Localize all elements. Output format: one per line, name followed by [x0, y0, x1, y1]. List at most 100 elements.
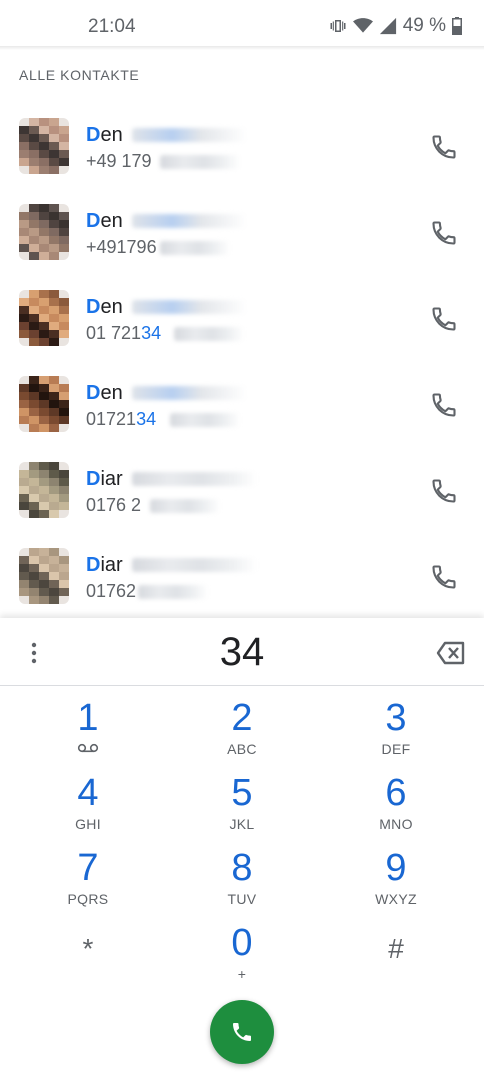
backspace-icon: [436, 641, 465, 665]
contact-name-match: D: [86, 382, 101, 404]
redacted-number: [174, 327, 244, 341]
dialpad-key-letters: DEF: [381, 741, 411, 757]
redacted-name: [132, 214, 247, 228]
status-time: 21:04: [88, 16, 136, 37]
contact-row[interactable]: Den 01 72134: [0, 276, 484, 362]
redacted-number: [160, 241, 230, 255]
redacted-number: [138, 585, 208, 599]
dialpad-key-7[interactable]: 7 PQRS: [28, 846, 148, 920]
dialpad-key-1[interactable]: 1: [28, 696, 148, 770]
dialpad-key-digit: 8: [231, 847, 253, 889]
redacted-number: [170, 413, 240, 427]
dialpad-key-letters: GHI: [75, 816, 101, 832]
dialpad-key-letters: PQRS: [67, 891, 109, 907]
redacted-number: [160, 155, 240, 169]
contact-number-prefix: 01762: [86, 581, 137, 601]
dialpad-key-letters: MNO: [379, 816, 413, 832]
dialpad-key-letters: WXYZ: [375, 891, 417, 907]
contact-number: 0172134: [86, 409, 156, 430]
redacted-number: [150, 499, 220, 513]
backspace-button[interactable]: [436, 640, 466, 666]
dialpad-key-star[interactable]: *: [28, 921, 148, 995]
contact-name: Den: [86, 382, 123, 405]
wifi-icon: [352, 17, 373, 35]
dialpad-key-5[interactable]: 5 JKL: [182, 771, 302, 845]
dialpad-key-digit: 0: [231, 922, 253, 964]
phone-icon: [432, 479, 456, 503]
dialpad-key-letters: TUV: [227, 891, 257, 907]
redacted-name: [132, 386, 247, 400]
contact-call-button[interactable]: [430, 391, 458, 419]
contact-number: +491796: [86, 237, 157, 258]
dialpad-key-4[interactable]: 4 GHI: [28, 771, 148, 845]
contact-name-rest: en: [100, 382, 123, 404]
contact-number-prefix: +49 179: [86, 151, 152, 171]
contact-row[interactable]: Diar 0176 2: [0, 448, 484, 534]
dialpad-key-2[interactable]: 2 ABC: [182, 696, 302, 770]
phone-icon: [233, 1023, 251, 1041]
contact-name-rest: en: [100, 124, 123, 146]
contact-call-button[interactable]: [430, 563, 458, 591]
call-button[interactable]: [210, 1000, 274, 1064]
contact-row[interactable]: Den 0172134: [0, 362, 484, 448]
contact-name-rest: en: [100, 210, 123, 232]
battery-icon: [452, 17, 462, 35]
contact-number: +49 179: [86, 151, 152, 172]
dialpad-key-0[interactable]: 0 +: [182, 921, 302, 995]
contact-row[interactable]: Den +491796: [0, 190, 484, 276]
contact-name: Den: [86, 210, 123, 233]
dialpad-key-digit: 5: [231, 772, 253, 814]
contact-number-match: 34: [136, 409, 157, 429]
digits-row: 34: [0, 618, 484, 686]
dialpad-key-8[interactable]: 8 TUV: [182, 846, 302, 920]
contact-row[interactable]: Den +49 179: [0, 104, 484, 190]
phone-icon: [432, 307, 456, 331]
dialpad-key-6[interactable]: 6 MNO: [336, 771, 456, 845]
contact-name: Den: [86, 124, 123, 147]
dialpad-key-digit: #: [388, 933, 404, 964]
dialpad-key-letters: +: [237, 966, 247, 982]
phone-icon: [432, 135, 456, 159]
dialpad-key-digit: 2: [231, 697, 253, 739]
contact-number: 01 72134: [86, 323, 161, 344]
redacted-name: [132, 300, 247, 314]
contact-avatar: [19, 290, 69, 346]
voicemail-icon: [28, 740, 148, 758]
contact-number-prefix: 0176 2: [86, 495, 142, 515]
contact-name: Den: [86, 296, 123, 319]
dialpad-key-digit: 3: [385, 697, 407, 739]
contact-list: Den +49 179 Den +491796 Den 01 72134 Den 01721…: [0, 104, 484, 620]
redacted-name: [132, 558, 257, 572]
contact-call-button[interactable]: [430, 219, 458, 247]
contact-call-button[interactable]: [430, 305, 458, 333]
contact-call-button[interactable]: [430, 477, 458, 505]
contact-name-match: D: [86, 210, 101, 232]
dialpad-key-letters: ABC: [227, 741, 257, 757]
contact-name-rest: iar: [100, 468, 123, 490]
dialpad-key-9[interactable]: 9 WXYZ: [336, 846, 456, 920]
dialpad-key-digit: 6: [385, 772, 407, 814]
contact-avatar: [19, 462, 69, 518]
dialpad-key-digit: *: [82, 933, 94, 964]
contact-call-button[interactable]: [430, 133, 458, 161]
battery-text: 49 %: [402, 15, 446, 36]
status-icons: 49 %: [329, 15, 462, 37]
contact-number: 0176 2: [86, 495, 141, 516]
contact-avatar: [19, 204, 69, 260]
signal-icon: [379, 17, 397, 35]
digits-field[interactable]: 34: [0, 630, 484, 675]
contact-row[interactable]: Diar 01762: [0, 534, 484, 620]
contact-avatar: [19, 118, 69, 174]
dialpad-key-3[interactable]: 3 DEF: [336, 696, 456, 770]
status-bar: 21:04 49 %: [0, 0, 484, 48]
dialpad-key-digit: 4: [77, 772, 99, 814]
contact-name-rest: iar: [100, 554, 123, 576]
dialpad-key-digit: 9: [385, 847, 407, 889]
contact-avatar: [19, 376, 69, 432]
dialpad-key-hash[interactable]: #: [336, 921, 456, 995]
redacted-name: [132, 128, 247, 142]
dialpad-key-letters: JKL: [229, 816, 255, 832]
contact-name-match: D: [86, 468, 101, 490]
contact-number-prefix: 01 721: [86, 323, 142, 343]
section-header-all-contacts: ALLE KONTAKTE: [19, 67, 140, 83]
